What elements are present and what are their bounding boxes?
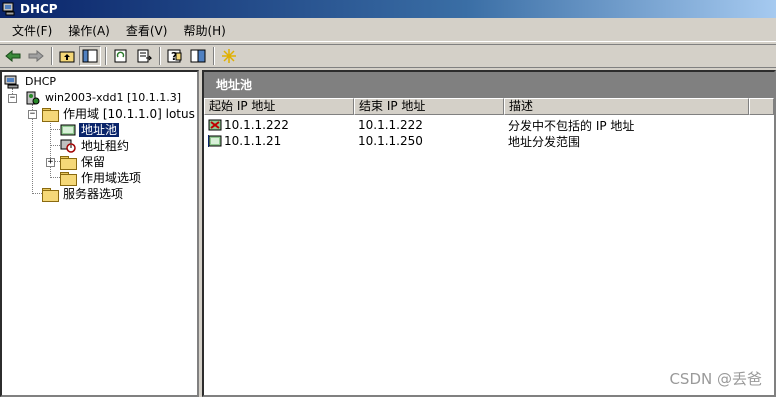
- refresh-icon[interactable]: [110, 46, 132, 66]
- cell-start-ip: 10.1.1.21: [204, 134, 354, 148]
- tree-connector: [50, 145, 60, 146]
- menu-file[interactable]: 文件(F): [4, 21, 60, 41]
- list-item[interactable]: 10.1.1.222 10.1.1.222 分发中不包括的 IP 地址: [204, 117, 774, 133]
- collapse-server-toggle[interactable]: −: [8, 94, 17, 103]
- details-pane-title: 地址池: [204, 72, 774, 98]
- title-bar: DHCP: [0, 0, 776, 18]
- toolbar-separator: [159, 47, 161, 65]
- back-arrow-icon[interactable]: [2, 46, 24, 66]
- folder-icon: [42, 108, 59, 122]
- tree-item-leases[interactable]: 地址租约: [60, 138, 131, 154]
- watermark: CSDN @丢爸: [669, 370, 762, 388]
- menu-bar: 文件(F) 操作(A) 查看(V) 帮助(H): [0, 20, 776, 42]
- forward-arrow-icon[interactable]: [25, 46, 47, 66]
- tree-connector: [50, 129, 60, 130]
- properties-icon[interactable]: [187, 46, 209, 66]
- new-scope-icon[interactable]: [218, 46, 240, 66]
- cell-description: 分发中不包括的 IP 地址: [508, 118, 635, 133]
- column-header-start-ip[interactable]: 起始 IP 地址: [204, 98, 354, 115]
- expand-reservations-toggle[interactable]: +: [46, 158, 55, 167]
- toolbar: ?: [0, 44, 776, 68]
- tree-label-server-options: 服务器选项: [63, 187, 124, 201]
- tree-label-scope-options: 作用域选项: [81, 171, 142, 185]
- tree-item-scope-options[interactable]: 作用域选项: [60, 170, 143, 186]
- server-options-folder-icon: [42, 188, 59, 202]
- toolbar-separator: [51, 47, 53, 65]
- tree-item-reservations[interactable]: 保留: [60, 154, 107, 170]
- scope-options-folder-icon: [60, 172, 77, 186]
- tree-item-address-pool[interactable]: 地址池: [60, 122, 121, 138]
- tree-label-address-pool: 地址池: [77, 122, 121, 138]
- details-pane: 地址池 起始 IP 地址 结束 IP 地址 描述 10.1.1.222 10.1…: [202, 70, 776, 397]
- cell-end-ip: 10.1.1.250: [358, 134, 423, 148]
- address-pool-icon: [60, 123, 76, 137]
- column-header-row: 起始 IP 地址 结束 IP 地址 描述: [204, 98, 774, 115]
- cell-description: 地址分发范围: [508, 134, 581, 149]
- exclusion-range-icon: [208, 119, 222, 131]
- column-header-end-ip[interactable]: 结束 IP 地址: [354, 98, 504, 115]
- address-leases-icon: [60, 139, 76, 153]
- dhcp-console-icon: [4, 75, 20, 89]
- column-header-description[interactable]: 描述: [504, 98, 749, 115]
- tree-label-server: win2003-xdd1 [10.1.1.3]: [45, 91, 182, 104]
- toolbar-separator: [213, 47, 215, 65]
- start-ip-text: 10.1.1.222: [224, 118, 289, 132]
- cell-start-ip: 10.1.1.222: [204, 118, 354, 132]
- address-range-icon: [207, 135, 222, 147]
- toolbar-separator: [105, 47, 107, 65]
- server-icon: [24, 91, 40, 105]
- cell-end-ip: 10.1.1.222: [358, 118, 423, 132]
- tree-label-scope: 作用域 [10.1.1.0] lotus: [63, 107, 195, 121]
- reservations-folder-icon: [60, 156, 77, 170]
- menu-help[interactable]: 帮助(H): [175, 21, 233, 41]
- menu-action[interactable]: 操作(A): [60, 21, 118, 41]
- collapse-scope-toggle[interactable]: −: [28, 110, 37, 119]
- tree-item-server[interactable]: win2003-xdd1 [10.1.1.3]: [24, 90, 183, 106]
- up-folder-icon[interactable]: [56, 46, 78, 66]
- menu-view[interactable]: 查看(V): [118, 21, 176, 41]
- console-tree[interactable]: DHCP − win2003-xdd1 [10.1.1.3] − 作用域 [10…: [0, 70, 199, 397]
- show-tree-icon[interactable]: [79, 46, 101, 66]
- tree-connector: [50, 177, 60, 178]
- tree-label-reservations: 保留: [81, 155, 106, 169]
- column-header-filler: [749, 98, 774, 115]
- start-ip-text: 10.1.1.21: [224, 134, 282, 148]
- tree-item-dhcp[interactable]: DHCP: [4, 74, 58, 90]
- help-icon[interactable]: ?: [164, 46, 186, 66]
- dhcp-console-icon: [2, 2, 16, 16]
- tree-item-scope[interactable]: 作用域 [10.1.1.0] lotus: [42, 106, 197, 122]
- window-title: DHCP: [20, 2, 58, 16]
- tree-label-dhcp: DHCP: [25, 75, 57, 88]
- tree-label-leases: 地址租约: [81, 139, 130, 153]
- tree-connector: [32, 193, 42, 194]
- export-list-icon[interactable]: [133, 46, 155, 66]
- list-item[interactable]: 10.1.1.21 10.1.1.250 地址分发范围: [204, 133, 774, 149]
- tree-item-server-options[interactable]: 服务器选项: [42, 186, 125, 202]
